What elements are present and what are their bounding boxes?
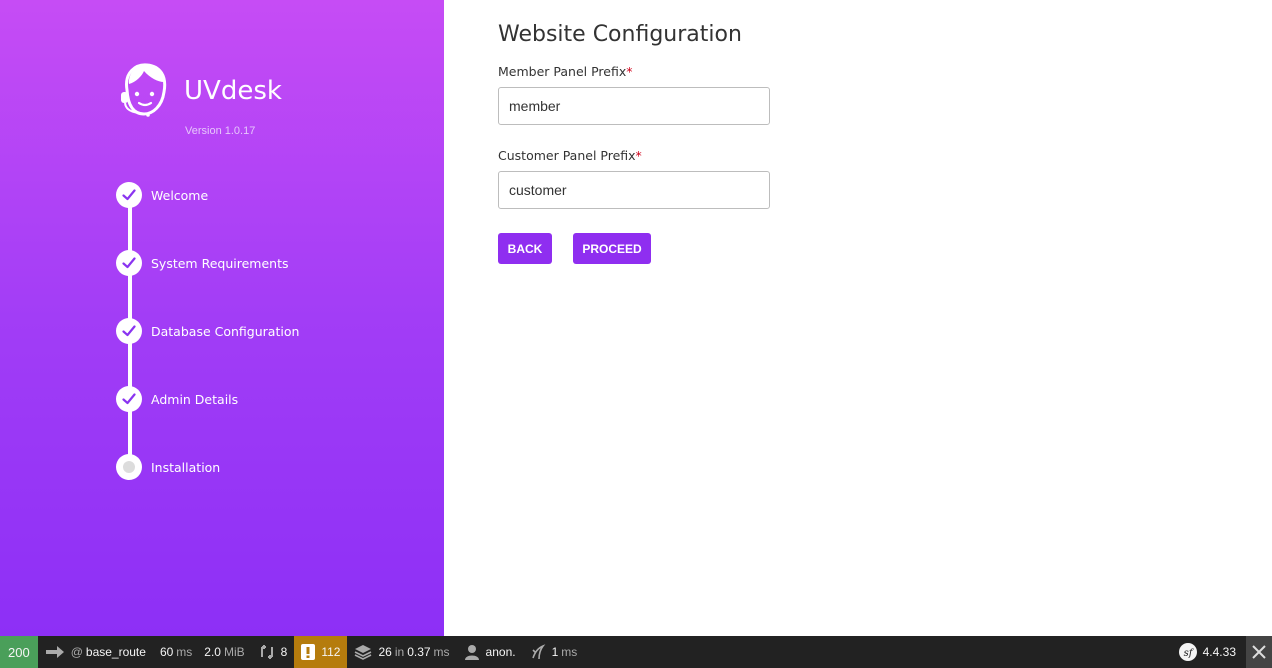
render-time-panel[interactable]: 1 ms [523,636,585,668]
installer-sidebar: UVdesk Version 1.0.17 Welcome System Req… [0,0,444,636]
close-toolbar-button[interactable] [1246,636,1272,668]
required-mark: * [626,64,633,79]
twig-icon [260,645,273,659]
security-panel[interactable]: anon. [457,636,523,668]
customer-prefix-input[interactable] [498,171,770,209]
leaf-icon [531,644,545,660]
symfony-logo-icon: sf [1178,643,1197,661]
back-button[interactable]: BACK [498,233,552,264]
check-icon [116,250,142,276]
user-icon [464,645,479,660]
step-label: Admin Details [151,391,239,407]
version-label: Version 1.0.17 [185,125,256,137]
warning-icon [301,644,316,660]
arrow-right-icon [45,646,64,658]
step-admin-details: Admin Details [116,386,238,412]
step-label: Database Configuration [151,323,300,339]
proceed-button[interactable]: PROCEED [573,233,651,264]
check-icon [116,318,142,344]
route-name: base_route [85,645,146,659]
database-stack-icon [355,645,372,660]
check-icon [116,182,142,208]
symfony-debug-toolbar: 200 @ base_route 60 ms 2.0 MiB 8 112 26 in … [0,636,1272,668]
database-panel[interactable]: 26 in 0.37 ms [347,636,456,668]
status-code-badge[interactable]: 200 [0,636,38,668]
close-icon [1252,645,1266,659]
step-database-configuration: Database Configuration [116,318,299,344]
required-mark: * [635,148,642,163]
step-label: Installation [151,459,221,475]
symfony-version-panel[interactable]: sf 4.4.33 [1172,636,1246,668]
twig-panel[interactable]: 8 [252,636,295,668]
route-panel[interactable]: @ base_route [38,636,153,668]
current-step-icon [116,454,142,480]
uvdesk-logo-icon [121,63,167,117]
performance-panel[interactable]: 60 ms 2.0 MiB [153,636,252,668]
step-system-requirements: System Requirements [116,250,289,276]
member-prefix-label: Member Panel Prefix* [498,64,633,79]
step-label: Welcome [151,187,209,203]
customer-prefix-label: Customer Panel Prefix* [498,148,642,163]
step-installation: Installation [116,454,220,480]
check-icon [116,386,142,412]
step-welcome: Welcome [116,182,208,208]
brand-name: UVdesk [184,76,282,106]
step-label: System Requirements [151,255,289,271]
member-prefix-input[interactable] [498,87,770,125]
page-title: Website Configuration [498,22,742,47]
logs-warnings-panel[interactable]: 112 [294,636,348,668]
